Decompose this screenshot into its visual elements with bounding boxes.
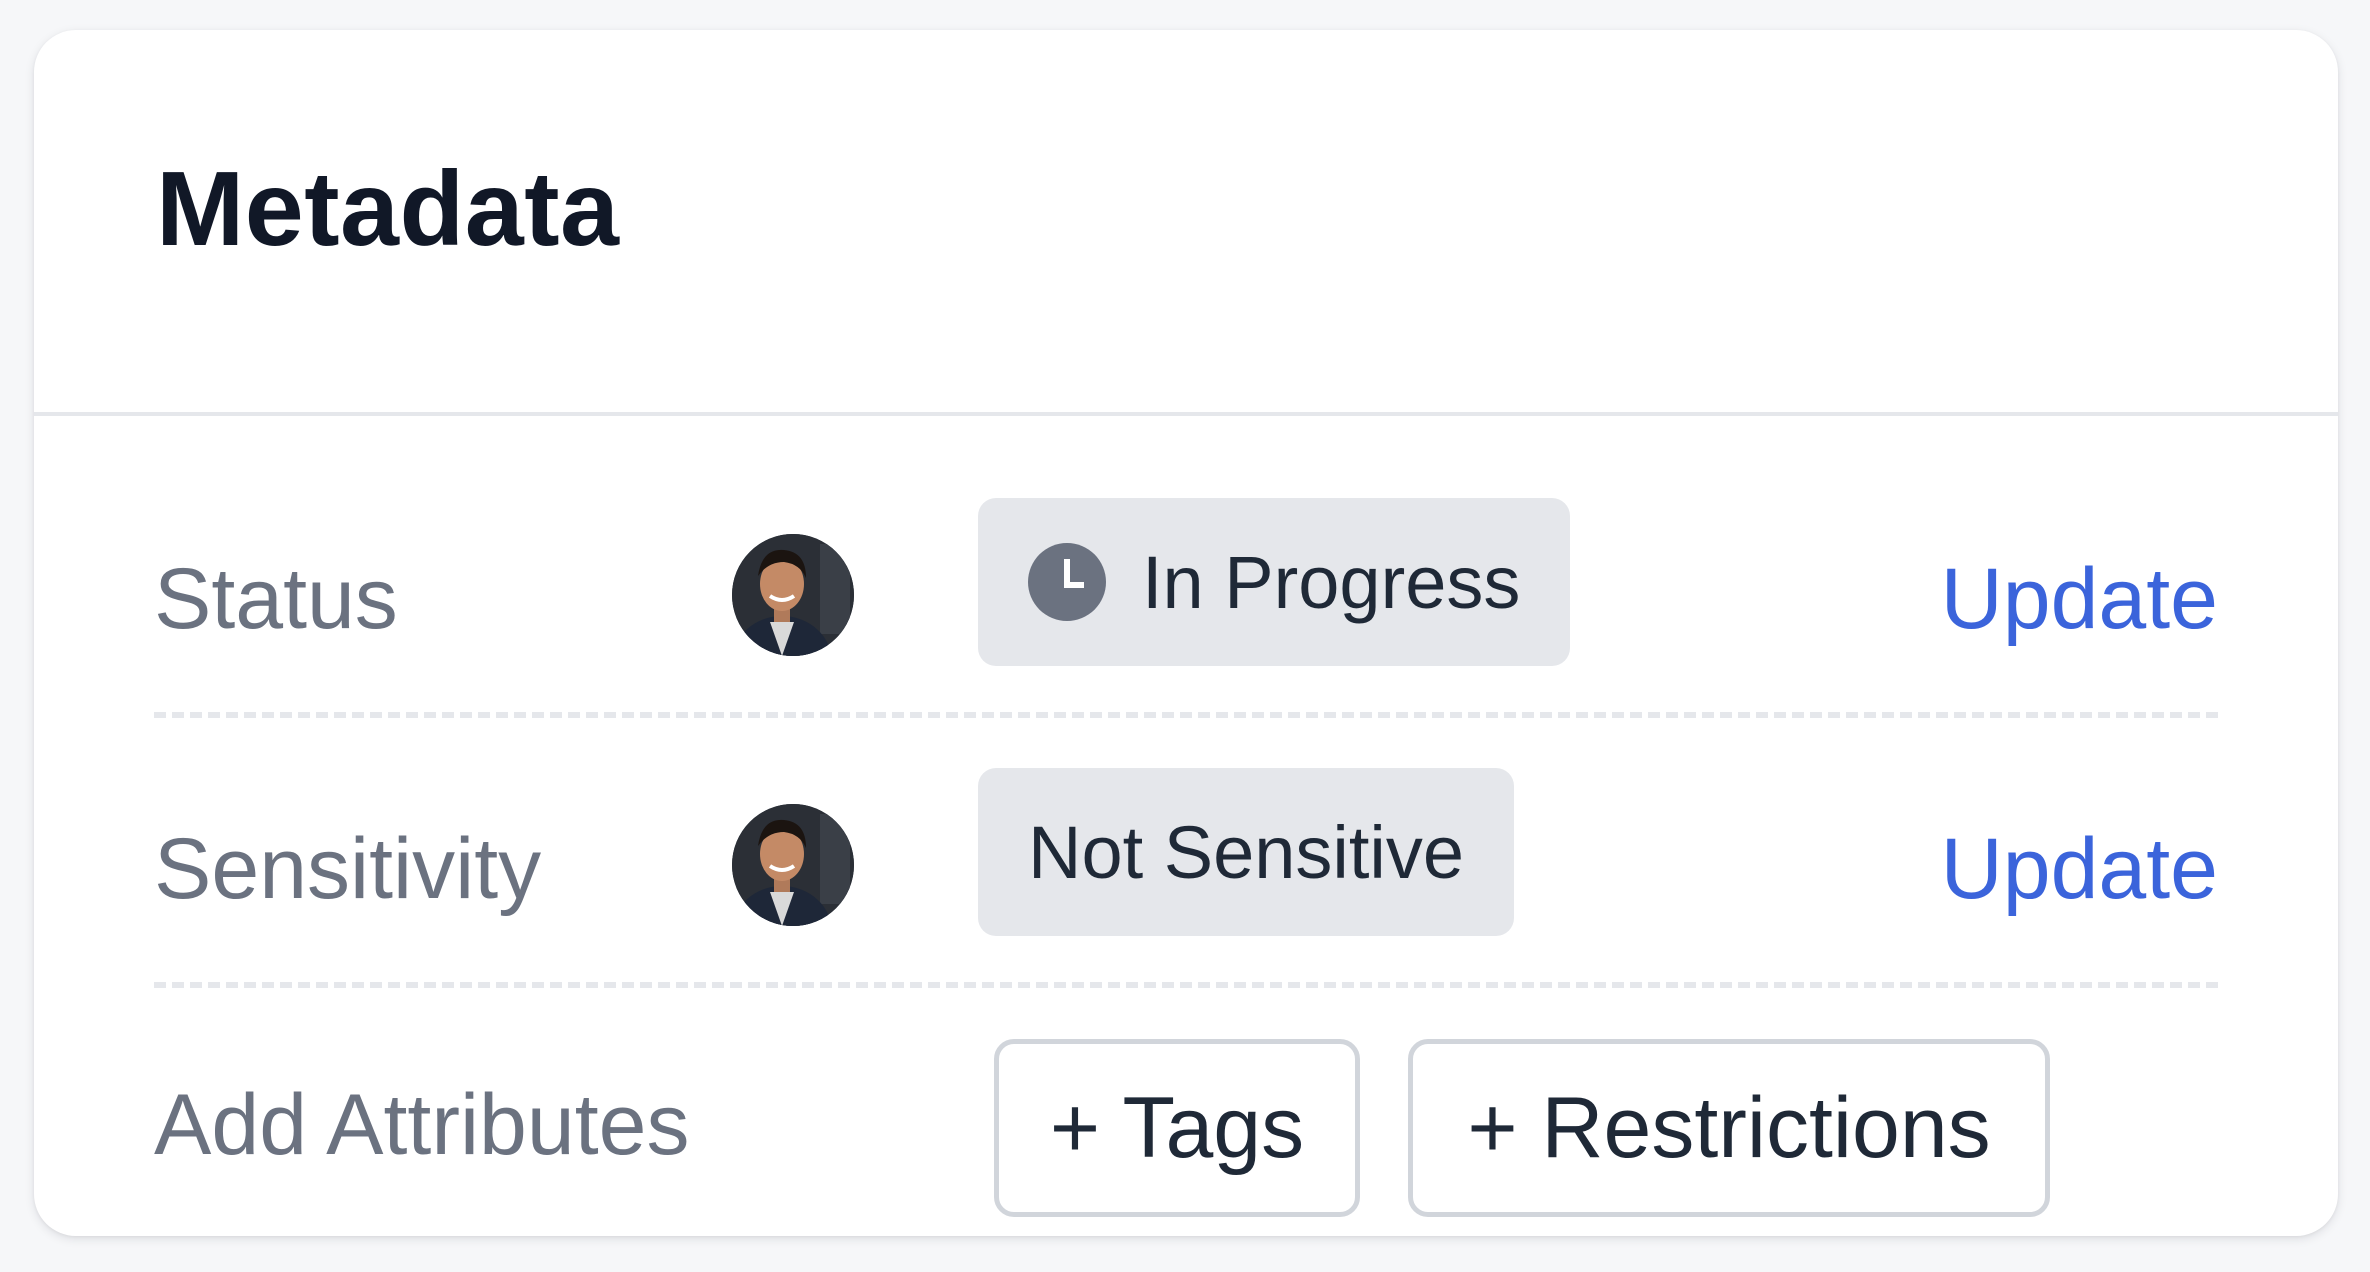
sensitivity-pill: Not Sensitive [978, 768, 1514, 936]
add-attributes-row: Add Attributes + Tags + Restrictions [154, 982, 2218, 1236]
avatar-image [732, 534, 854, 656]
status-label: Status [154, 551, 398, 647]
clock-icon [1028, 543, 1106, 621]
avatar [732, 804, 854, 926]
avatar [732, 534, 854, 656]
sensitivity-row: Sensitivity Not Sensitive Update [154, 712, 2218, 988]
add-attributes-label: Add Attributes [154, 1077, 690, 1173]
add-restrictions-button[interactable]: + Restrictions [1408, 1039, 2050, 1217]
sensitivity-value: Not Sensitive [1028, 810, 1464, 894]
status-row: Status In Progress Update [154, 442, 2218, 718]
status-pill: In Progress [978, 498, 1571, 666]
add-tags-button[interactable]: + Tags [994, 1039, 1360, 1217]
sensitivity-label: Sensitivity [154, 821, 542, 917]
status-value: In Progress [1142, 540, 1521, 624]
metadata-card: Metadata Status In Progress Update Sensi… [34, 30, 2338, 1236]
avatar-image [732, 804, 854, 926]
update-sensitivity-link[interactable]: Update [1941, 826, 2218, 912]
card-title: Metadata [156, 150, 620, 268]
update-status-link[interactable]: Update [1941, 556, 2218, 642]
card-header: Metadata [34, 30, 2338, 416]
